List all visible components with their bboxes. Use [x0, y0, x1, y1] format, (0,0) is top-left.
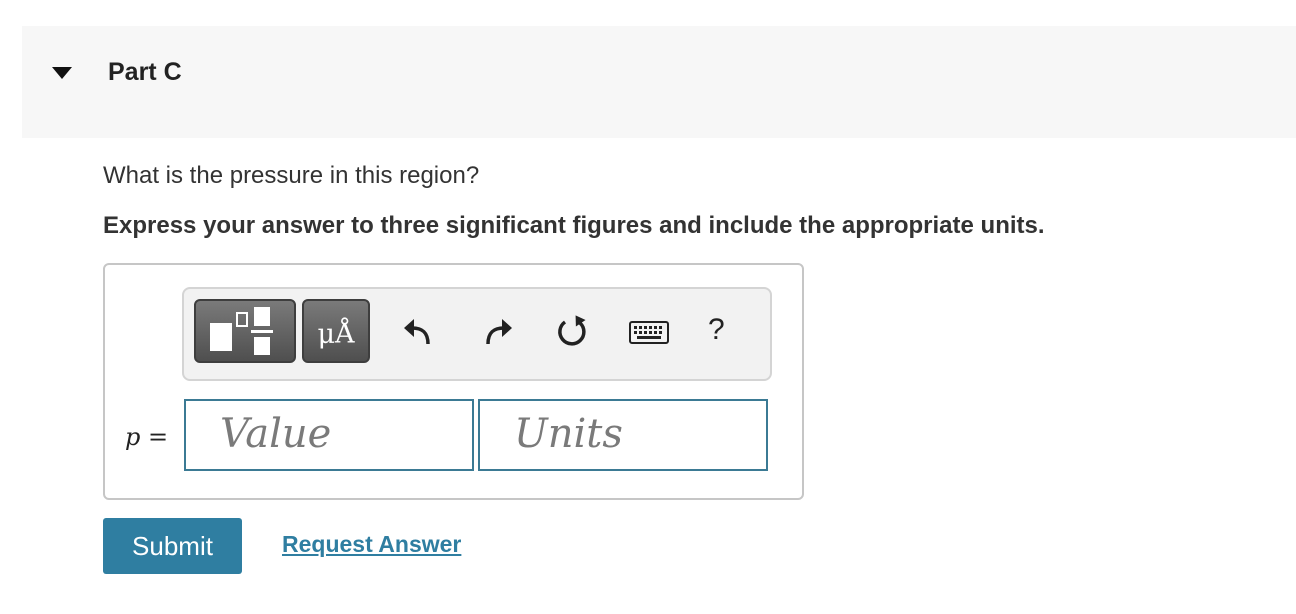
- undo-icon[interactable]: [400, 314, 436, 350]
- part-header[interactable]: Part C: [22, 26, 1296, 138]
- templates-button[interactable]: [194, 299, 296, 363]
- answer-box: μÅ ? p = Value Units: [103, 263, 804, 500]
- templates-icon: [210, 307, 273, 355]
- units-icon: μÅ: [317, 319, 355, 350]
- equals-sign: =: [148, 423, 169, 451]
- request-answer-link[interactable]: Request Answer: [282, 531, 461, 558]
- value-input[interactable]: Value: [184, 399, 474, 471]
- redo-icon[interactable]: [480, 314, 516, 350]
- submit-button[interactable]: Submit: [103, 518, 242, 574]
- value-placeholder: Value: [220, 411, 332, 457]
- instruction-text: Express your answer to three significant…: [103, 212, 1045, 239]
- math-toolbar: μÅ ?: [182, 287, 772, 381]
- units-placeholder: Units: [514, 411, 623, 457]
- question-text: What is the pressure in this region?: [103, 162, 480, 189]
- variable-symbol: p: [125, 423, 141, 451]
- units-input[interactable]: Units: [478, 399, 768, 471]
- help-button[interactable]: ?: [708, 313, 725, 347]
- collapse-triangle-icon[interactable]: [52, 67, 72, 79]
- units-button[interactable]: μÅ: [302, 299, 370, 363]
- part-title: Part C: [108, 58, 182, 86]
- reset-icon[interactable]: [554, 314, 590, 350]
- keyboard-icon[interactable]: [628, 314, 670, 350]
- variable-label: p =: [125, 423, 168, 451]
